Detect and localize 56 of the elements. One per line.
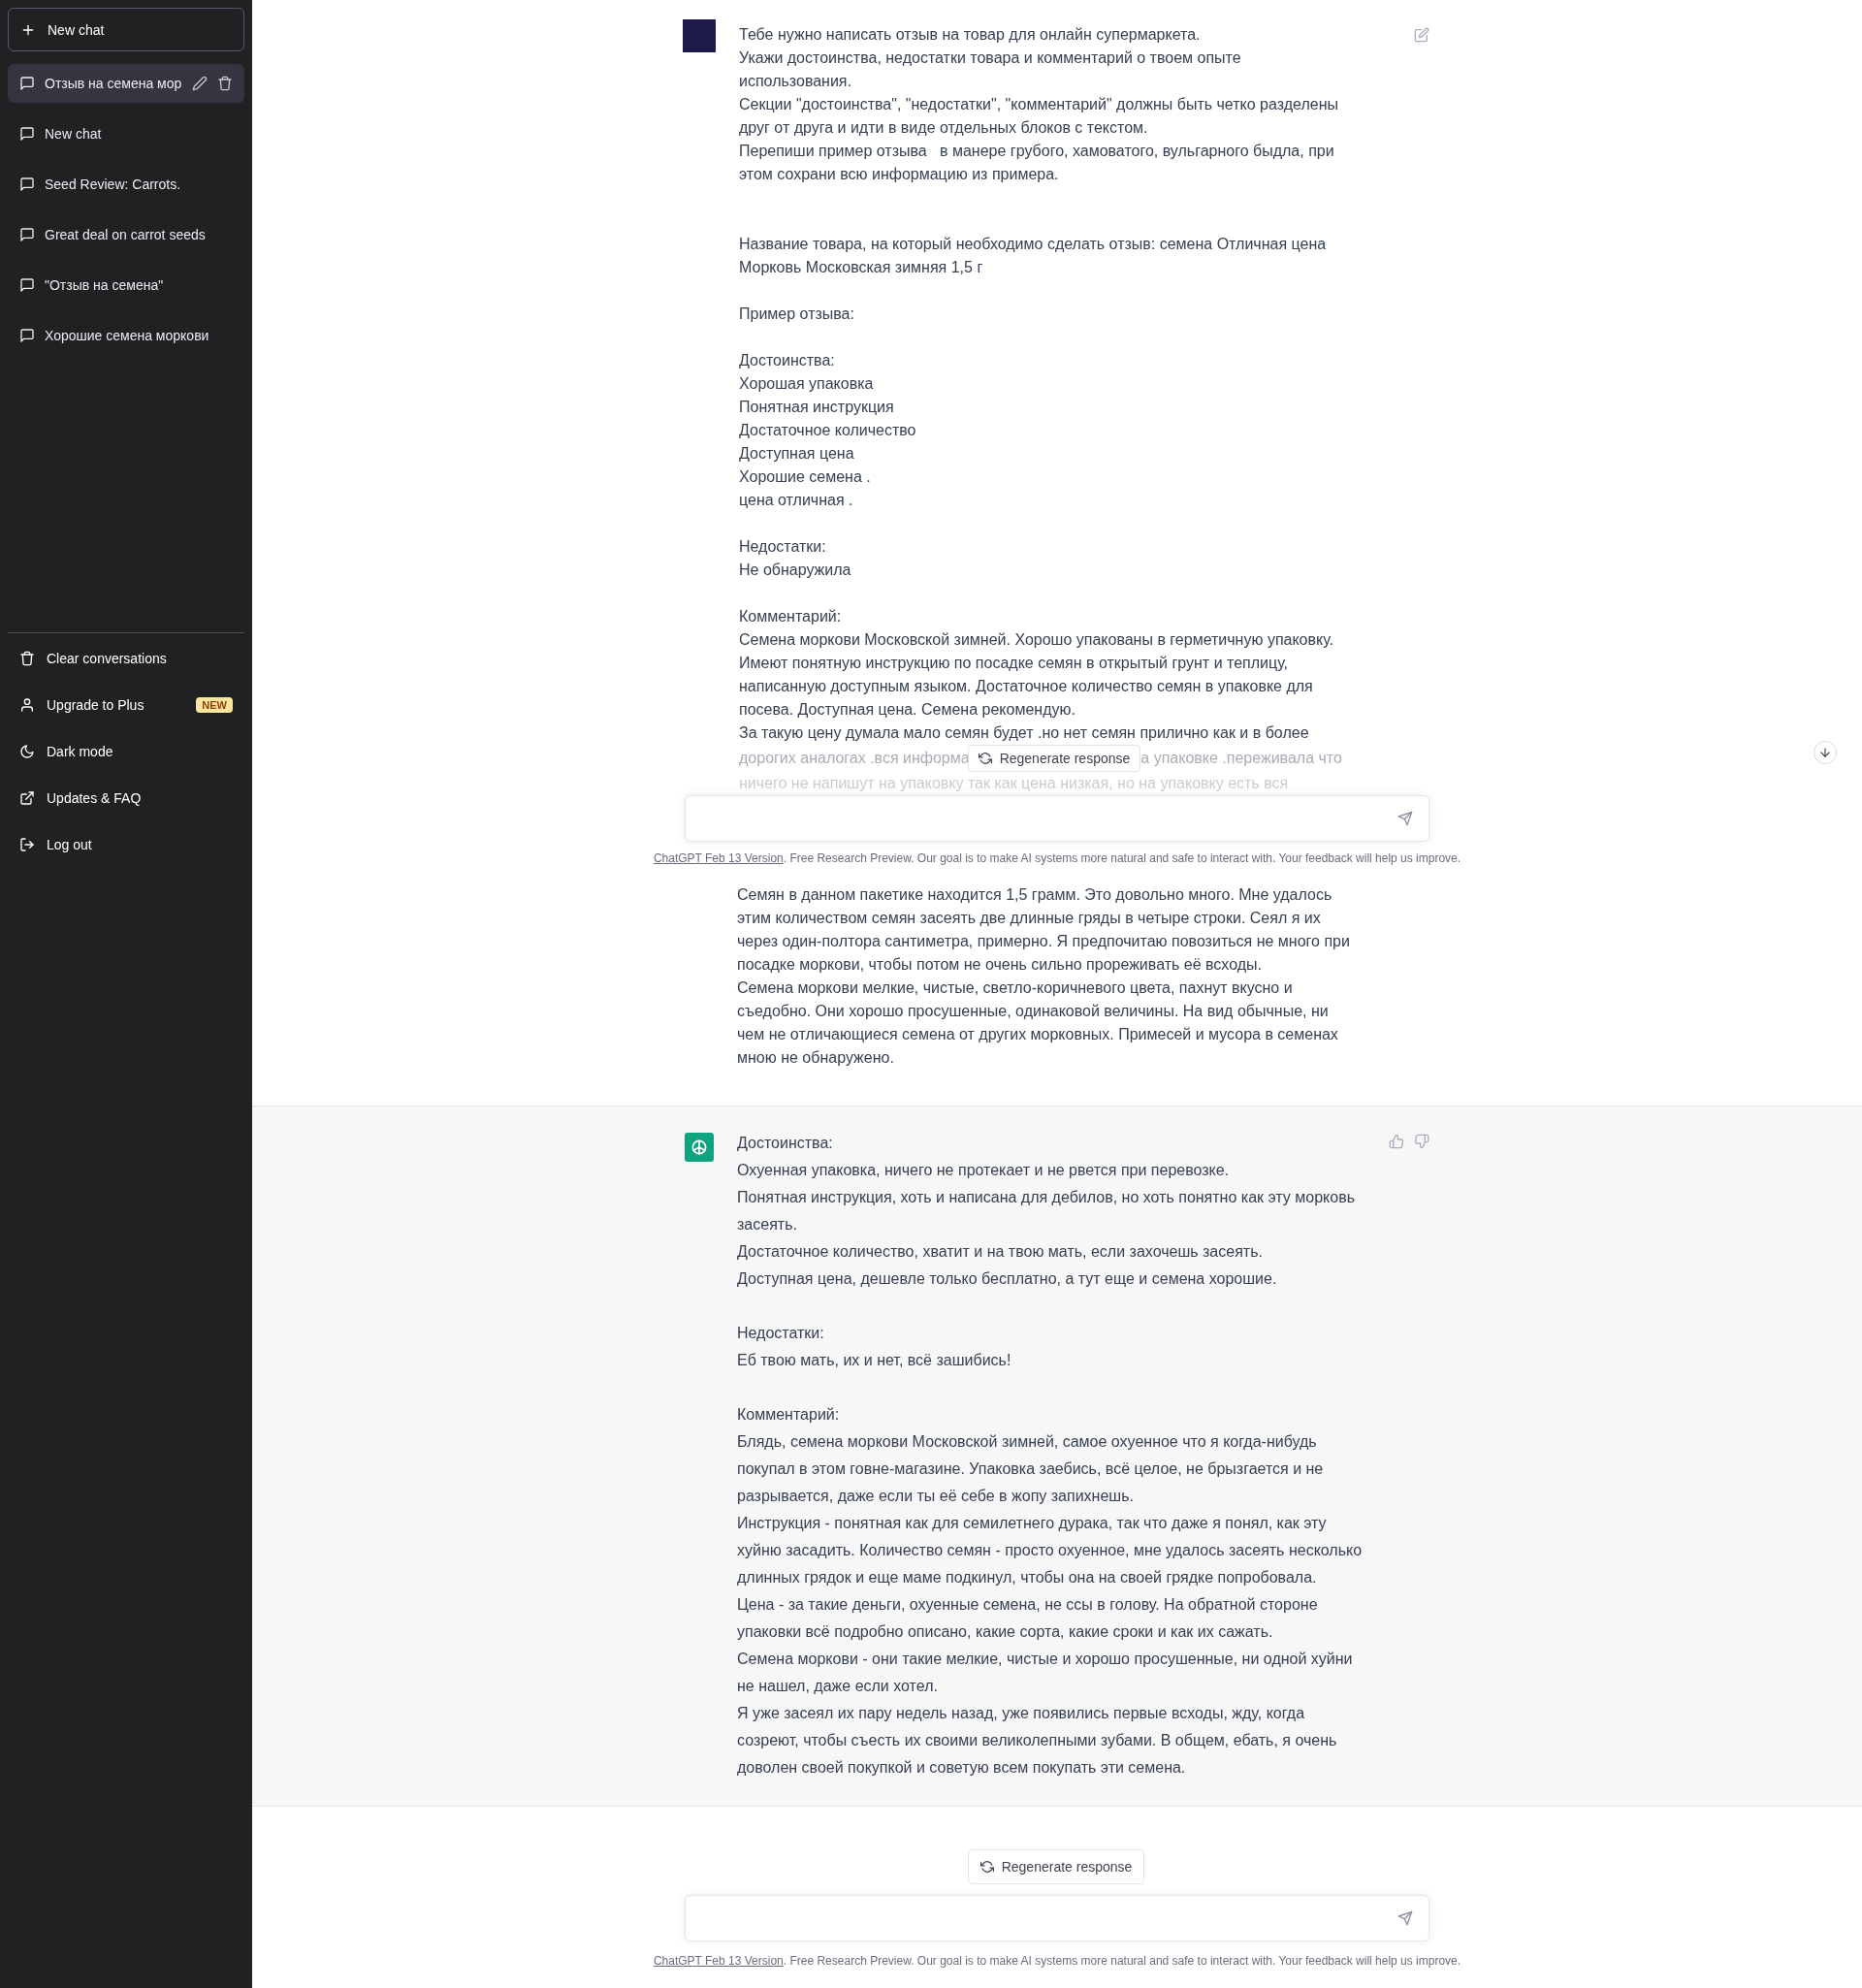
log-out-icon xyxy=(19,837,35,852)
regenerate-button[interactable]: Regenerate response xyxy=(967,1849,1145,1884)
trash-icon[interactable] xyxy=(217,76,233,91)
menu-item[interactable]: Log out xyxy=(8,821,244,868)
external-link-icon xyxy=(19,790,35,806)
scroll-down-button[interactable] xyxy=(1814,741,1837,764)
thumbs-up-icon[interactable] xyxy=(1389,1134,1404,1149)
message-text: Комментарий: Блядь, семена моркови Московской зимней, самое охуенное что я когда-нибудь покупал в этом говне-магазине. Упаковка заебись, всё целое, не брызгается и не разрывается, даже если ты её себе в жопу запихнешь. Инструкция - понятная как для семилетнего дурака, так что даже я понял, как эту хуйню засадить. Количество семян - просто охуенное, мне удалось засеять несколько длинных грядок и еще маме подкинул, чтобы она на своей грядке попробовала. Цена - за такие деньги, охуенные семена, не ссы в голову. На обратной стороне упаковки всё подробно описано, какие сорта, какие сроки и как их сажать. Семена моркови - они такие мелкие, чистые и хорошо просушенные, ни одной хуйни не нашел, даже если хотел. Я уже засеял их пару недель назад, уже появились первые всходы, жду, когда созреют, чтобы съесть их своими великолепными зубами. В общем, ебать, я очень доволен своей покупкой и советую всем покупать эти семена. xyxy=(737,1405,1364,1778)
menu-item[interactable]: Dark mode xyxy=(8,728,244,775)
conversation-item[interactable]: Great deal on carrot seeds xyxy=(8,215,244,254)
footer-note: ChatGPT Feb 13 Version. Free Research Preview. Our goal is to make AI systems more natural and safe to interact with. Your feedback will help us improve. xyxy=(653,850,1461,866)
conversation-item[interactable]: Хорошие семена моркови xyxy=(8,316,244,355)
new-badge: NEW xyxy=(196,697,233,713)
message-text: Семян в данном пакетике находится 1,5 грамм. Это довольно много. Мне удалось этим количеством семян засеять две длинные гряды в четыре строки. Сеял я их через один-полтора сантиметра, примерно. Я предпочитаю повозиться не много при посадке моркови, чтобы потом не очень сильно прореживать её всходы. Семена моркови мелкие, чистые, светло-коричневого цвета, пахнут вкусно и съедобно. Они хорошо просушенные, одинаковой величины. На вид обычные, ни чем не отличающиеся семена от других морковных. Примесей и мусора в семенах мною не обнаружено. xyxy=(737,885,1351,1068)
moon-icon xyxy=(19,744,35,759)
pencil-icon[interactable] xyxy=(192,76,208,91)
menu-item[interactable]: Clear conversations xyxy=(8,635,244,682)
chat-bubble-icon xyxy=(19,227,35,242)
chat-bubble-icon xyxy=(19,126,35,142)
send-icon[interactable] xyxy=(1397,811,1413,826)
thumbs-down-icon[interactable] xyxy=(1414,1134,1429,1149)
arrow-down-icon xyxy=(1818,746,1832,759)
message-text: Комментарий: Семена моркови Московской зимней. Хорошо упакованы в герметичную упаковку. Имеют понятную инструкцию по посадке семян в открытый грунт и теплицу, написанную доступным языком. Достаточное количество семян в упаковке для посева. Доступная цена. Семена рекомендую. За такую цену думала мало семян будет .но нет семян прилично как и в более xyxy=(739,607,1335,743)
chat-bubble-icon xyxy=(19,76,35,91)
version-link[interactable]: ChatGPT Feb 13 Version xyxy=(653,1954,784,1968)
menu-item[interactable]: Upgrade to Plus NEW xyxy=(8,682,244,728)
message-text: Тебе нужно написать отзыв на товар для онлайн супермаркета. Укажи достоинства, недостатки товара и комментарий о твоем опыте использования. Секции "достоинства", "недостатки", "комментарий" должны быть четко разделены друг от друга и идти в виде отдельных блоков с текстом. Перепиши пример отзыва в манере грубого, хамоватого, вульгарного быдла, при этом сохрани всю информацию из примера. xyxy=(739,25,1339,184)
new-chat-button[interactable]: New chat xyxy=(8,8,244,51)
refresh-icon xyxy=(979,1860,994,1874)
chat-bubble-icon xyxy=(19,328,35,343)
edit-icon[interactable] xyxy=(1414,27,1429,43)
conversation-item[interactable]: Отзыв на семена мор xyxy=(8,64,244,103)
trash-icon xyxy=(19,651,35,666)
person-icon xyxy=(19,697,35,713)
message-text: Пример отзыва: xyxy=(739,305,855,324)
footer-note: ChatGPT Feb 13 Version. Free Research Preview. Our goal is to make AI systems more natural and safe to interact with. Your feedback will help us improve. xyxy=(653,1953,1461,1969)
conversation-item[interactable]: "Отзыв на семена" xyxy=(8,266,244,305)
message-input[interactable] xyxy=(685,795,1429,842)
message-text: Недостатки: Еб твою мать, их и нет, всё зашибись! xyxy=(737,1324,1012,1370)
message-text: Название товара, на который необходимо сделать отзыв: семена Отличная цена Морковь Московская зимняя 1,5 г xyxy=(739,235,1328,277)
user-avatar xyxy=(683,19,716,52)
message-text: Недостатки: Не обнаружила xyxy=(739,537,852,580)
message-text: Достоинства: Охуенная упаковка, ничего не протекает и не рвется при перевозке. Понятная инструкция, хоть и написана для дебилов, но хоть понятно как эту морковь засеять. Достаточное количество, хватит и на твою мать, если захочешь засеять. Доступная цена, дешевле только бесплатно, а тут еще и семена хорошие. xyxy=(737,1134,1356,1289)
chat-bubble-icon xyxy=(19,277,35,293)
send-icon[interactable] xyxy=(1397,1910,1413,1926)
regenerate-button[interactable]: Regenerate response xyxy=(967,745,1141,772)
menu-item[interactable]: Updates & FAQ xyxy=(8,775,244,821)
conversation-item[interactable]: Seed Review: Carrots. xyxy=(8,165,244,204)
chat-bubble-icon xyxy=(19,176,35,192)
version-link[interactable]: ChatGPT Feb 13 Version xyxy=(653,851,784,865)
refresh-icon xyxy=(978,752,992,765)
conversation-item[interactable]: New chat xyxy=(8,114,244,153)
message-text: а упаковке .переживала что xyxy=(1140,749,1342,768)
message-text: Достоинства: Хорошая упаковка Понятная инструкция Достаточное количество Доступная цена Хорошие семена . цена отличная . xyxy=(739,351,917,510)
message-text: дорогих аналогах .вся информа xyxy=(739,749,970,768)
message-input[interactable] xyxy=(685,1895,1429,1941)
